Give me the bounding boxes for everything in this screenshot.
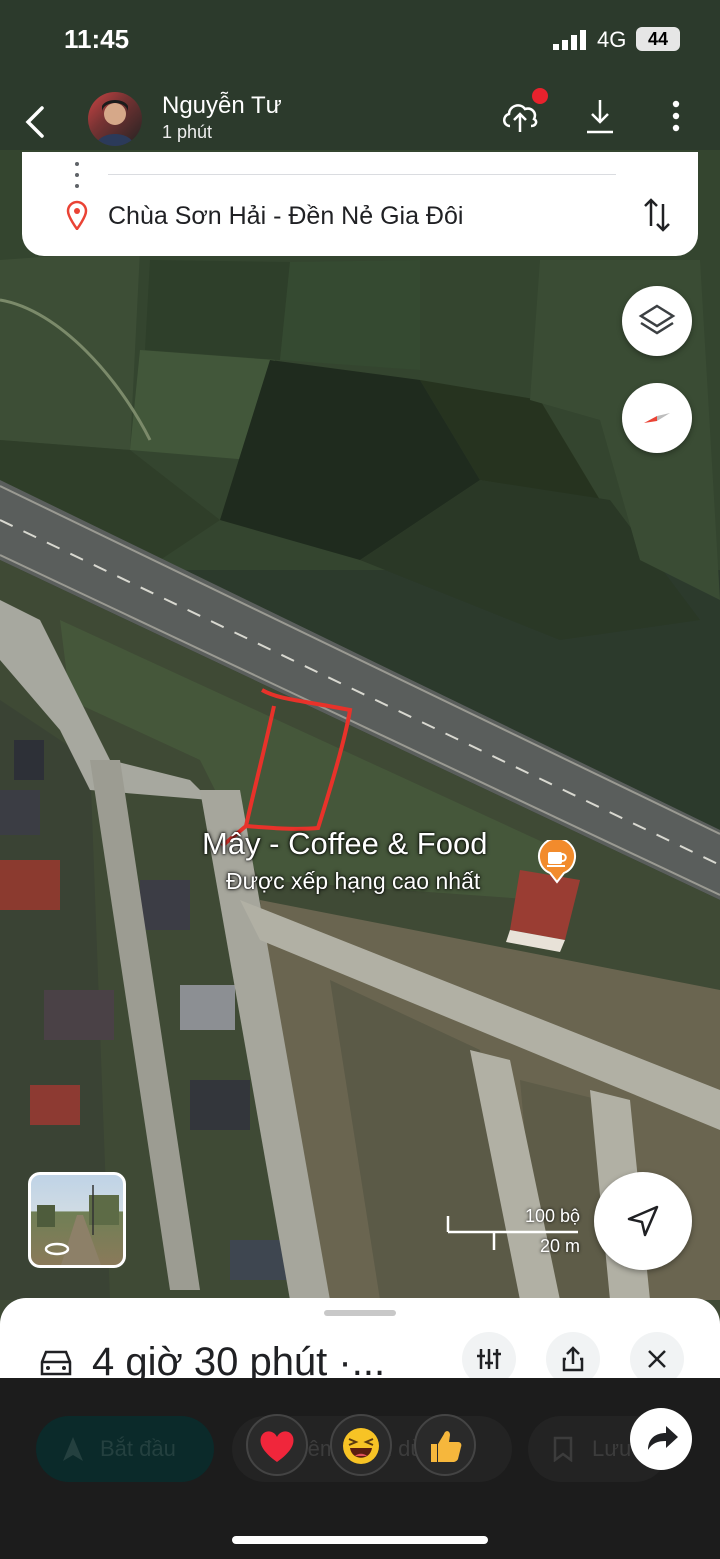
contact-name: Nguyễn Tư <box>162 92 282 119</box>
network-type: 4G <box>597 27 627 52</box>
divider <box>108 174 616 175</box>
destination-field[interactable]: Chùa Sơn Hải - Đền Nẻ Gia Đôi <box>108 202 463 231</box>
signal-icon <box>553 30 586 50</box>
notification-dot <box>532 88 548 104</box>
scale-imperial: 100 bộ <box>524 1206 580 1226</box>
scale-bar: 100 bộ 20 m <box>446 1206 586 1262</box>
avatar[interactable] <box>88 92 142 146</box>
layers-icon <box>638 304 676 335</box>
thumbs-up-icon <box>431 1431 462 1462</box>
last-active: 1 phút <box>162 122 213 142</box>
street-view-thumbnail[interactable] <box>28 1172 126 1268</box>
bookmark-icon <box>553 1436 573 1462</box>
place-name-label[interactable]: Mây - Coffee & Food <box>202 826 487 862</box>
layers-button[interactable] <box>622 286 692 356</box>
avatar-photo <box>96 100 134 146</box>
route-dots-icon <box>75 162 79 188</box>
car-icon <box>40 1350 72 1376</box>
save-label: Lưu <box>592 1436 632 1461</box>
start-button[interactable]: Bắt đầu <box>36 1416 214 1482</box>
heart-reaction[interactable] <box>246 1414 308 1476</box>
back-arrow-icon[interactable] <box>22 100 52 144</box>
navigation-arrow-icon <box>627 1205 659 1237</box>
compass-icon <box>644 413 670 423</box>
start-label: Bắt đầu <box>100 1436 176 1461</box>
clock: 11:45 <box>64 24 130 54</box>
navigate-icon <box>63 1437 83 1461</box>
scale-metric: 20 m <box>539 1236 580 1256</box>
compass-button[interactable] <box>622 383 692 453</box>
battery-indicator: 44 <box>636 27 680 51</box>
route-card[interactable]: Chùa Sơn Hải - Đền Nẻ Gia Đôi <box>22 152 698 256</box>
download-icon[interactable] <box>584 96 616 136</box>
forward-arrow-icon <box>648 1426 678 1450</box>
status-bar: 11:45 4G 44 <box>0 0 720 80</box>
chat-header: Nguyễn Tư 1 phút <box>22 88 698 156</box>
my-location-button[interactable] <box>594 1172 692 1270</box>
heart-icon <box>260 1431 294 1462</box>
destination-pin-icon <box>66 200 88 230</box>
swap-icon[interactable] <box>642 196 672 234</box>
rotate-360-icon <box>44 1242 70 1256</box>
more-vertical-icon[interactable] <box>666 98 686 138</box>
place-subtitle: Được xếp hạng cao nhất <box>226 868 481 894</box>
coffee-pin-icon[interactable] <box>536 840 578 884</box>
directions-sheet[interactable]: 4 giờ 30 phút ·... <box>0 1298 720 1388</box>
forward-button[interactable] <box>630 1408 692 1470</box>
drag-handle[interactable] <box>324 1310 396 1316</box>
laugh-reaction[interactable] <box>330 1414 392 1476</box>
laughing-emoji-icon <box>343 1428 379 1464</box>
home-indicator[interactable] <box>232 1536 488 1544</box>
like-reaction[interactable] <box>414 1414 476 1476</box>
reaction-overlay: Bắt đầu Thêm điểm dừng Lưu <box>0 1378 720 1559</box>
